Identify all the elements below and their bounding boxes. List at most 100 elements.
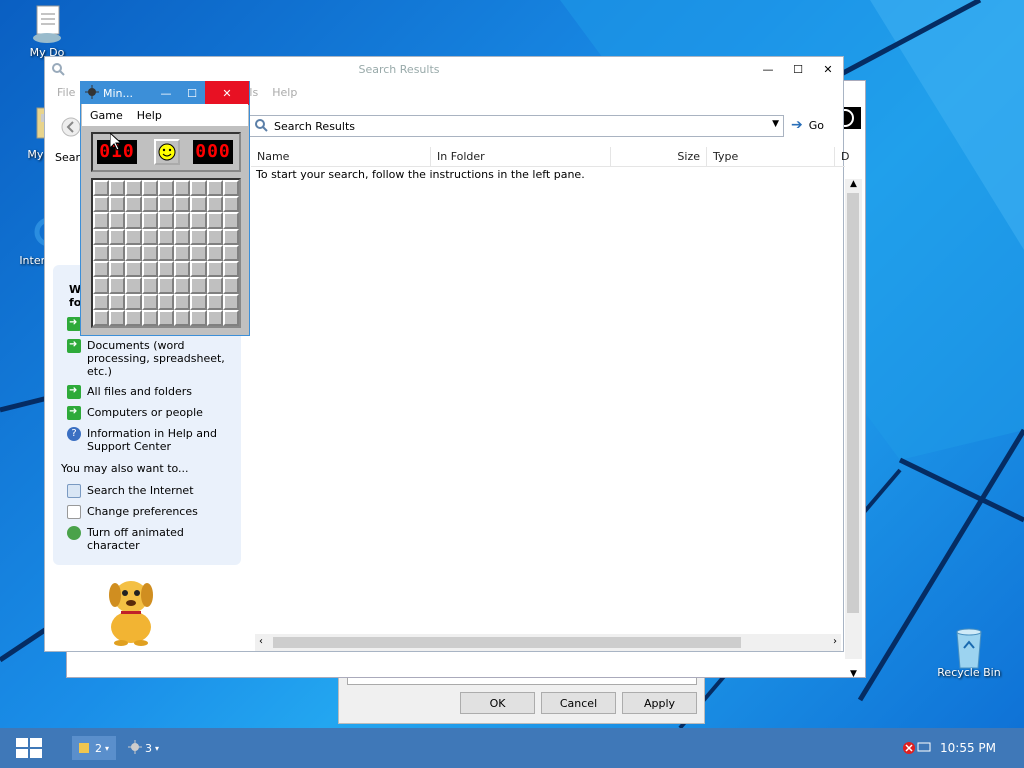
- menu-game[interactable]: Game: [90, 109, 123, 122]
- mine-cell[interactable]: [93, 309, 110, 326]
- mine-cell[interactable]: [157, 180, 175, 197]
- mine-cell[interactable]: [157, 228, 175, 245]
- mine-cell[interactable]: [93, 180, 110, 197]
- mine-cell[interactable]: [93, 293, 110, 310]
- desktop-icon-my-documents[interactable]: My Do: [10, 4, 84, 59]
- minesweeper-titlebar[interactable]: Min... — ☐ ✕: [81, 81, 249, 105]
- mine-cell[interactable]: [141, 180, 158, 197]
- scroll-down-icon[interactable]: ▼: [845, 669, 862, 679]
- mine-cell[interactable]: [109, 196, 126, 213]
- close-icon[interactable]: ✕: [813, 57, 843, 81]
- mine-cell[interactable]: [157, 309, 175, 326]
- turn-off-character-link[interactable]: Turn off animated character: [67, 526, 237, 552]
- mine-cell[interactable]: [206, 196, 223, 213]
- mine-cell[interactable]: [93, 277, 110, 294]
- mine-cell[interactable]: [125, 180, 142, 197]
- column-name[interactable]: Name: [251, 147, 431, 167]
- mine-cell[interactable]: [222, 212, 239, 229]
- mine-cell[interactable]: [190, 309, 207, 326]
- mine-cell[interactable]: [141, 196, 158, 213]
- search-option-computers[interactable]: Computers or people: [67, 405, 237, 420]
- mine-cell[interactable]: [206, 309, 223, 326]
- mine-cell[interactable]: [109, 180, 126, 197]
- mine-cell[interactable]: [222, 261, 239, 278]
- mine-cell[interactable]: [93, 228, 110, 245]
- column-type[interactable]: Type: [707, 147, 835, 167]
- mine-cell[interactable]: [125, 196, 142, 213]
- column-in-folder[interactable]: In Folder: [431, 147, 611, 167]
- scroll-right-icon[interactable]: ›: [833, 636, 837, 647]
- horizontal-scrollbar[interactable]: ‹ ›: [255, 634, 841, 651]
- minimize-icon[interactable]: —: [753, 57, 783, 81]
- mine-cell[interactable]: [157, 196, 175, 213]
- mine-cell[interactable]: [190, 244, 207, 262]
- minefield-grid[interactable]: [91, 178, 241, 328]
- mine-cell[interactable]: [93, 261, 110, 278]
- maximize-icon[interactable]: ☐: [179, 81, 205, 105]
- mine-cell[interactable]: [93, 196, 110, 213]
- mine-cell[interactable]: [109, 212, 126, 229]
- mine-cell[interactable]: [174, 309, 191, 326]
- mine-cell[interactable]: [222, 196, 239, 213]
- mine-cell[interactable]: [222, 180, 239, 197]
- mine-cell[interactable]: [125, 277, 142, 294]
- menu-help[interactable]: Help: [272, 86, 297, 99]
- scroll-left-icon[interactable]: ‹: [259, 636, 263, 647]
- mine-cell[interactable]: [174, 196, 191, 213]
- menu-help[interactable]: Help: [137, 109, 162, 122]
- taskbar-clock[interactable]: 10:55 PM: [940, 741, 996, 755]
- vertical-scrollbar[interactable]: ▲ ▼: [845, 179, 862, 679]
- network-error-icon[interactable]: [902, 740, 932, 759]
- mine-cell[interactable]: [109, 277, 126, 294]
- mine-cell[interactable]: [125, 244, 142, 262]
- mine-cell[interactable]: [157, 277, 175, 294]
- mine-cell[interactable]: [109, 244, 126, 262]
- mine-cell[interactable]: [109, 228, 126, 245]
- mine-cell[interactable]: [174, 244, 191, 262]
- cancel-button[interactable]: Cancel: [541, 692, 616, 714]
- mine-cell[interactable]: [157, 244, 175, 262]
- mine-cell[interactable]: [222, 228, 239, 245]
- scroll-thumb[interactable]: [847, 193, 859, 613]
- taskbar-group-games[interactable]: 3 ▾: [122, 736, 166, 760]
- search-dog-character[interactable]: [99, 571, 163, 650]
- mine-cell[interactable]: [174, 293, 191, 310]
- minimize-icon[interactable]: —: [153, 81, 179, 105]
- mine-cell[interactable]: [141, 309, 158, 326]
- scroll-up-icon[interactable]: ▲: [845, 179, 862, 189]
- mine-cell[interactable]: [141, 212, 158, 229]
- mine-cell[interactable]: [206, 293, 223, 310]
- mine-cell[interactable]: [174, 261, 191, 278]
- apply-button[interactable]: Apply: [622, 692, 697, 714]
- mine-cell[interactable]: [206, 244, 223, 262]
- mine-cell[interactable]: [125, 212, 142, 229]
- mine-cell[interactable]: [109, 309, 126, 326]
- reset-smiley-button[interactable]: [154, 139, 180, 165]
- maximize-icon[interactable]: ☐: [783, 57, 813, 81]
- mine-cell[interactable]: [190, 196, 207, 213]
- mine-cell[interactable]: [157, 212, 175, 229]
- mine-cell[interactable]: [222, 277, 239, 294]
- mine-cell[interactable]: [206, 180, 223, 197]
- search-internet-link[interactable]: Search the Internet: [67, 484, 237, 498]
- mine-cell[interactable]: [141, 244, 158, 262]
- mine-cell[interactable]: [141, 293, 158, 310]
- chevron-down-icon[interactable]: ▼: [772, 119, 779, 129]
- mine-cell[interactable]: [109, 293, 126, 310]
- mine-cell[interactable]: [190, 228, 207, 245]
- mine-cell[interactable]: [141, 228, 158, 245]
- menu-tools[interactable]: ls: [249, 86, 258, 99]
- mine-cell[interactable]: [206, 277, 223, 294]
- mine-cell[interactable]: [222, 244, 239, 262]
- mine-cell[interactable]: [174, 180, 191, 197]
- mine-cell[interactable]: [190, 261, 207, 278]
- go-button[interactable]: ➔ Go: [791, 117, 824, 133]
- mine-cell[interactable]: [93, 244, 110, 262]
- mine-cell[interactable]: [206, 212, 223, 229]
- taskbar-group-explorer[interactable]: 2 ▾: [72, 736, 116, 760]
- mine-cell[interactable]: [125, 309, 142, 326]
- mine-cell[interactable]: [109, 261, 126, 278]
- mine-cell[interactable]: [190, 277, 207, 294]
- change-preferences-link[interactable]: Change preferences: [67, 505, 237, 519]
- mine-cell[interactable]: [190, 212, 207, 229]
